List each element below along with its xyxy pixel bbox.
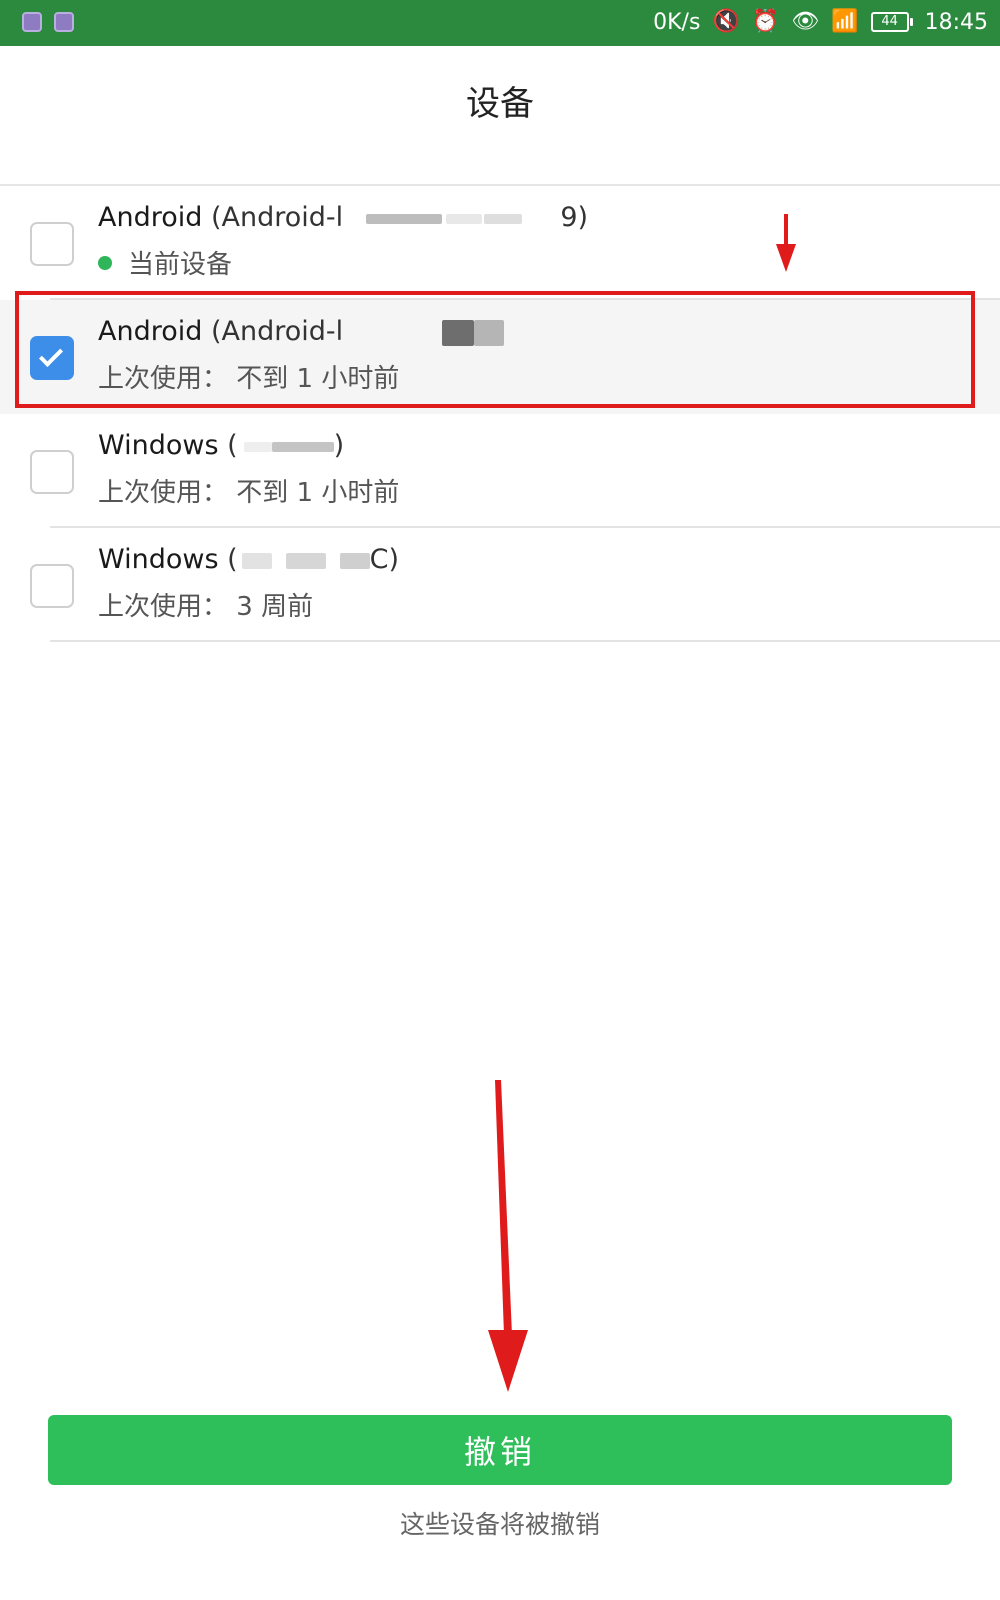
revoke-note: 这些设备将被撤销: [399, 1510, 600, 1539]
clock: 18:45: [924, 9, 988, 35]
device-type: Android: [98, 202, 203, 233]
device-status: 当前设备: [98, 244, 232, 281]
wifi-icon: 📶: [831, 9, 859, 34]
redacted-text: [241, 552, 272, 569]
device-subtitle: 上次使用： 不到 1 小时前: [98, 478, 400, 508]
redacted-text: [483, 213, 522, 224]
device-type: Android: [98, 316, 203, 347]
device-model-suffix: ): [333, 430, 345, 461]
page-title: 设备: [466, 84, 534, 124]
device-status: 上次使用： 不到 1 小时前: [98, 358, 399, 395]
device-name: Windows (): [98, 430, 344, 461]
device-model-suffix: C): [369, 544, 400, 575]
device-checkbox[interactable]: [30, 450, 74, 494]
redacted-text: [365, 213, 442, 224]
check-icon: [38, 342, 64, 368]
device-status: 上次使用： 3 周前: [98, 586, 313, 623]
redacted-text: [285, 552, 326, 569]
device-name: Android (Android-l: [98, 316, 504, 347]
device-subtitle: 上次使用： 3 周前: [98, 592, 314, 622]
device-checkbox[interactable]: [30, 564, 74, 608]
alarm-icon: ⏰: [751, 9, 780, 34]
device-subtitle: 上次使用： 不到 1 小时前: [98, 364, 400, 394]
redacted-text: [441, 319, 474, 346]
device-row[interactable]: Windows () 上次使用： 不到 1 小时前: [0, 414, 1000, 528]
annotation-arrow-small-icon: [776, 214, 796, 272]
annotation-arrow-large-icon: [488, 1080, 528, 1392]
device-name: Windows ( C): [98, 544, 399, 575]
notification-icons: [22, 12, 74, 32]
device-model-prefix: (Android-l: [210, 202, 344, 233]
device-model-prefix: (: [227, 430, 238, 461]
device-type: Windows: [98, 430, 219, 461]
redacted-text: [243, 441, 272, 452]
eye-comfort-icon: 👁: [791, 9, 820, 34]
mute-icon: 🔇: [712, 9, 740, 34]
status-indicators: 0K/s 🔇 ⏰ 👁 📶 44 18:45: [653, 6, 988, 38]
device-model-prefix: (: [227, 544, 238, 575]
page-header: 设备: [0, 46, 1000, 186]
device-list: Android (Android-l 9) 当前设备 Android (Andr…: [0, 186, 1000, 642]
keyboard-notification-icon: [54, 12, 74, 32]
device-row[interactable]: Windows ( C) 上次使用： 3 周前: [0, 528, 1000, 642]
current-device-dot-icon: [98, 255, 112, 270]
redacted-text: [473, 319, 504, 346]
device-checkbox-checked[interactable]: [30, 336, 74, 380]
network-speed: 0K/s: [653, 9, 701, 35]
device-row-selected[interactable]: Android (Android-l 上次使用： 不到 1 小时前: [0, 300, 1000, 414]
device-name: Android (Android-l 9): [98, 202, 588, 233]
redacted-text: [445, 213, 482, 224]
revoke-button[interactable]: 撤销: [48, 1415, 952, 1485]
device-row-current[interactable]: Android (Android-l 9) 当前设备: [0, 186, 1000, 300]
device-type: Windows: [98, 544, 219, 575]
device-subtitle: 当前设备: [128, 250, 233, 280]
battery-icon: 44: [870, 12, 913, 32]
battery-level: 44: [870, 12, 909, 32]
redacted-text: [339, 552, 370, 569]
device-checkbox[interactable]: [30, 222, 74, 266]
redacted-text: [271, 441, 334, 452]
status-bar: 0K/s 🔇 ⏰ 👁 📶 44 18:45: [0, 0, 1000, 46]
device-status: 上次使用： 不到 1 小时前: [98, 472, 399, 509]
device-model-suffix: 9): [560, 202, 589, 233]
gallery-notification-icon: [22, 12, 42, 32]
device-model-prefix: (Android-l: [210, 316, 344, 347]
